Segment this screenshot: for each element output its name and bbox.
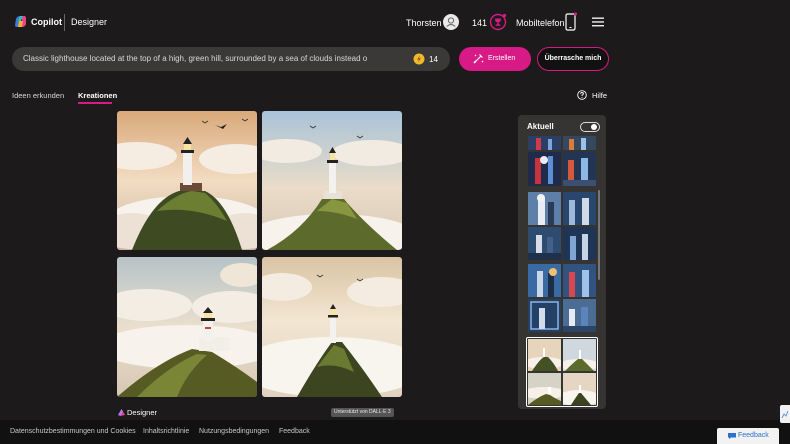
product-name[interactable]: Designer bbox=[71, 17, 107, 27]
chart-icon bbox=[781, 410, 789, 419]
thumbnail bbox=[528, 136, 561, 150]
surprise-me-label: Überrasche mich bbox=[544, 55, 602, 62]
create-button-label: Erstellen bbox=[488, 55, 516, 62]
active-tab-indicator bbox=[78, 102, 112, 104]
image-3-artwork bbox=[117, 257, 257, 397]
thumbnail bbox=[528, 227, 561, 260]
top-bar: Copilot Designer Thorsten 141 Mobiltelef… bbox=[0, 0, 790, 44]
feedback-button-label: Feedback bbox=[738, 432, 769, 439]
toggle-knob bbox=[591, 124, 597, 130]
boost-coin-icon bbox=[413, 53, 425, 65]
thumbnail bbox=[528, 299, 561, 332]
tab-creations[interactable]: Kreationen bbox=[78, 91, 117, 100]
mobile-phone-icon[interactable] bbox=[565, 12, 577, 32]
prompt-text[interactable]: Classic lighthouse located at the top of… bbox=[23, 54, 389, 63]
help-link[interactable]: Hilfe bbox=[592, 91, 607, 100]
prompt-input[interactable]: Classic lighthouse located at the top of… bbox=[12, 47, 450, 71]
mobile-label[interactable]: Mobiltelefon bbox=[516, 18, 565, 28]
footer-link-terms[interactable]: Nutzungsbedingungen bbox=[199, 428, 269, 435]
footer: Datenschutzbestimmungen und Cookies Inha… bbox=[0, 420, 790, 444]
generated-image-4[interactable] bbox=[262, 257, 402, 397]
footer-link-feedback[interactable]: Feedback bbox=[279, 428, 310, 435]
boost-count: 141 bbox=[472, 18, 488, 28]
brand-divider bbox=[64, 14, 65, 31]
thumbnail-group-1[interactable] bbox=[528, 136, 596, 188]
recent-toggle[interactable] bbox=[580, 122, 600, 132]
thumbnail bbox=[563, 264, 596, 297]
thumbnail bbox=[563, 339, 596, 371]
magic-brush-icon bbox=[473, 54, 484, 64]
image-4-artwork bbox=[262, 257, 402, 397]
generated-image-1[interactable] bbox=[117, 111, 257, 250]
thumbnail bbox=[563, 373, 596, 405]
thumbnail bbox=[528, 192, 561, 225]
footer-link-content-policy[interactable]: Inhaltsrichtlinie bbox=[143, 428, 189, 435]
thumbnail bbox=[528, 373, 561, 405]
thumbnail bbox=[528, 152, 561, 186]
brand-name[interactable]: Copilot bbox=[31, 17, 62, 27]
generated-image-2[interactable] bbox=[262, 111, 402, 250]
thumbnail bbox=[528, 264, 561, 297]
feedback-button[interactable]: Feedback bbox=[717, 428, 779, 444]
thumbnail bbox=[563, 192, 596, 225]
thumbnail bbox=[563, 136, 596, 150]
chat-bubble-icon bbox=[728, 433, 736, 439]
image-2-artwork bbox=[262, 111, 402, 250]
hamburger-menu-icon[interactable] bbox=[592, 17, 604, 27]
image-1-artwork bbox=[117, 111, 257, 250]
surprise-me-button[interactable]: Überrasche mich bbox=[537, 47, 609, 71]
generated-image-3[interactable] bbox=[117, 257, 257, 397]
copilot-logo-icon[interactable] bbox=[14, 15, 27, 28]
avatar[interactable] bbox=[443, 14, 459, 30]
side-panel-tab[interactable] bbox=[780, 405, 790, 423]
thumbnail-group-4[interactable] bbox=[528, 339, 596, 405]
footer-link-privacy[interactable]: Datenschutzbestimmungen und Cookies bbox=[10, 428, 136, 435]
boost-trophy-icon[interactable] bbox=[489, 13, 507, 31]
designer-attribution: Designer bbox=[127, 408, 158, 417]
panel-title: Aktuell bbox=[527, 122, 554, 131]
designer-logo-icon bbox=[118, 409, 125, 416]
dalle-badge: Unterstützt von DALL·E 3 bbox=[331, 408, 394, 417]
create-button[interactable]: Erstellen bbox=[459, 47, 531, 71]
user-icon bbox=[446, 17, 456, 27]
thumbnail bbox=[563, 299, 596, 332]
boost-coin-count: 14 bbox=[429, 55, 438, 64]
help-icon[interactable] bbox=[577, 90, 587, 100]
user-name[interactable]: Thorsten bbox=[406, 18, 442, 28]
thumbnail bbox=[563, 227, 596, 260]
thumbnail bbox=[563, 152, 596, 186]
thumbnail-group-2[interactable] bbox=[528, 192, 596, 260]
thumbnail-group-3[interactable] bbox=[528, 264, 596, 332]
thumbnail bbox=[528, 339, 561, 371]
panel-scrollbar[interactable] bbox=[598, 190, 600, 280]
tab-explore-ideas[interactable]: Ideen erkunden bbox=[12, 91, 64, 100]
